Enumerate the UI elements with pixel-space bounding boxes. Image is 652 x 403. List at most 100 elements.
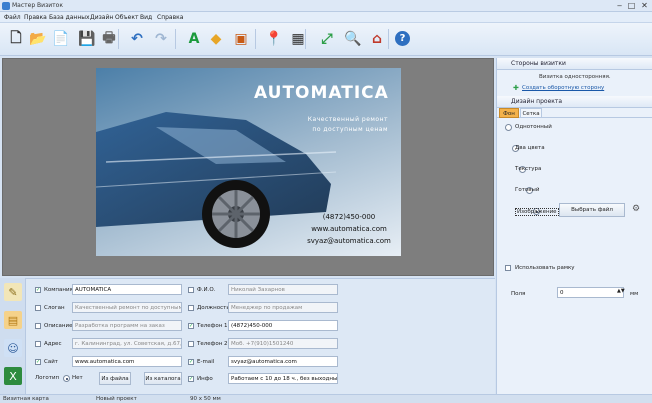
title-bar: Мастер Визиток ‒ □ ✕ — [0, 0, 652, 12]
open-folder-button[interactable]: 📂 — [27, 27, 49, 51]
toolbar-separator — [305, 29, 306, 49]
print-button[interactable]: 🖶 — [98, 27, 120, 51]
templates-book-icon[interactable]: ▤ — [4, 311, 22, 329]
excel-import-icon[interactable]: X — [4, 367, 22, 385]
email-input[interactable]: svyaz@automatica.com — [228, 356, 338, 367]
resize-button[interactable]: ⤢ — [316, 27, 338, 51]
fio-checkbox[interactable] — [188, 287, 194, 293]
new-file-button[interactable]: 🗋 — [5, 27, 27, 51]
logo-from-catalog-button[interactable]: Из каталога — [144, 372, 182, 385]
shapes-button[interactable]: ◆ — [205, 27, 227, 51]
phone1-label: Телефон 1 — [197, 323, 228, 329]
map-icon: 📍 — [265, 31, 283, 47]
description-input[interactable]: Разработка программ на заказ — [72, 320, 182, 331]
design-header-label: Дизайн проекта — [511, 98, 563, 105]
bg-option-2-label: Текстура — [515, 166, 542, 172]
redo-button[interactable]: ↷ — [150, 27, 172, 51]
description-label: Описание — [44, 323, 73, 329]
margins-label: Поля — [511, 291, 526, 297]
settings-gear-icon[interactable]: ⚙ — [632, 204, 640, 214]
business-card-preview[interactable]: AUTOMATICA Качественный ремонт по доступ… — [96, 68, 401, 256]
company-input[interactable]: AUTOMATICA — [72, 284, 182, 295]
info-label: Инфо — [197, 376, 213, 382]
card-contacts: (4872)450-000 www.automatica.com svyaz@a… — [304, 211, 394, 247]
phone2-checkbox[interactable] — [188, 341, 194, 347]
minimize-button[interactable]: ‒ — [615, 1, 624, 10]
menu-design[interactable]: Дизайн — [90, 14, 113, 21]
sides-section: Визитка односторонняя. ✚ Создать оборотн… — [497, 70, 652, 96]
site-input[interactable]: www.automatica.com — [72, 356, 182, 367]
preview-button[interactable]: 🔍 — [342, 27, 364, 51]
sides-note: Визитка односторонняя. — [539, 74, 611, 80]
phone1-checkbox[interactable]: ✓ — [188, 323, 194, 329]
phone2-input[interactable]: Моб. +7(910)1501240 — [228, 338, 338, 349]
menu-bar: Файл Правка База данных Дизайн Объект Ви… — [0, 12, 652, 23]
close-button[interactable]: ✕ — [640, 1, 649, 10]
address-input[interactable]: г. Калининград, ул. Советская, д.67, оф.… — [72, 338, 182, 349]
text-icon: A — [188, 31, 200, 47]
logo-from-file-button[interactable]: Из файла — [99, 372, 131, 385]
position-input[interactable]: Менеджер по продажам — [228, 302, 338, 313]
edit-text-icon[interactable]: ✎ — [4, 283, 22, 301]
create-back-side-link[interactable]: Создать оборотную сторону — [522, 85, 604, 91]
margins-unit: мм — [630, 291, 639, 297]
shapes-icon: ◆ — [210, 31, 222, 47]
email-checkbox[interactable]: ✓ — [188, 359, 194, 365]
phone2-label: Телефон 2 — [197, 341, 228, 347]
menu-database[interactable]: База данных — [49, 14, 90, 21]
map-button[interactable]: 📍 — [263, 27, 285, 51]
use-frame-checkbox[interactable] — [505, 265, 511, 271]
slogan-input[interactable]: Качественный ремонт по доступным ценам — [72, 302, 182, 313]
bg-option-4-label: Изображение — [515, 208, 559, 216]
status-bar: Визитная карта Новый проект 90 x 50 мм — [0, 394, 652, 403]
email-label: E-mail — [197, 359, 215, 365]
print-icon: 🖶 — [102, 30, 116, 46]
bg-option-3-label: Готовый — [515, 187, 540, 193]
card-slogan-line2: по доступным ценам — [312, 126, 388, 133]
save-button[interactable]: 💾 — [76, 27, 98, 51]
company-checkbox[interactable]: ✓ — [35, 287, 41, 293]
menu-edit[interactable]: Правка — [24, 14, 47, 21]
description-checkbox[interactable] — [35, 323, 41, 329]
user-icon[interactable]: ☺ — [4, 339, 22, 357]
menu-help[interactable]: Справка — [157, 14, 183, 21]
fio-input[interactable]: Николай Захарнов — [228, 284, 338, 295]
site-checkbox[interactable]: ✓ — [35, 359, 41, 365]
margins-stepper-icon[interactable]: ▲▼ — [617, 288, 625, 294]
bg-option-0-radio[interactable] — [505, 124, 512, 131]
slogan-checkbox[interactable] — [35, 305, 41, 311]
info-checkbox[interactable]: ✓ — [188, 376, 194, 382]
help-button[interactable]: ? — [395, 31, 410, 46]
margins-input[interactable]: 0 — [557, 287, 624, 298]
publish-button[interactable]: ⌂ — [366, 27, 388, 51]
info-input[interactable]: Работаем с 10 до 18 ч., без выходных — [228, 373, 338, 384]
publish-icon: ⌂ — [371, 31, 383, 47]
tab-background[interactable]: Фон — [499, 108, 519, 118]
menu-file[interactable]: Файл — [4, 14, 21, 21]
save-icon: 💾 — [78, 31, 96, 47]
resize-icon: ⤢ — [321, 31, 333, 47]
image-button[interactable]: ▣ — [230, 27, 252, 51]
templates-button[interactable]: 📄 — [50, 27, 72, 51]
menu-view[interactable]: Вид — [140, 14, 152, 21]
undo-button[interactable]: ↶ — [126, 27, 148, 51]
logo-none-radio[interactable] — [63, 375, 70, 382]
tab-grid[interactable]: Сетка — [520, 108, 542, 118]
maximize-button[interactable]: □ — [627, 1, 636, 10]
redo-icon: ↷ — [155, 31, 167, 47]
window-title: Мастер Визиток — [12, 2, 63, 9]
new-file-icon: 🗋 — [10, 30, 22, 46]
templates-icon: 📄 — [52, 31, 70, 47]
choose-file-button[interactable]: Выбрать файл — [559, 203, 625, 217]
status-project: Новый проект — [96, 396, 137, 402]
address-checkbox[interactable] — [35, 341, 41, 347]
design-header: Дизайн проекта — [497, 96, 652, 108]
text-button[interactable]: A — [183, 27, 205, 51]
phone1-input[interactable]: (4872)450-000 — [228, 320, 338, 331]
frame-section: Использовать рамку Поля 0 ▲▼ мм — [497, 263, 652, 333]
menu-object[interactable]: Объект — [115, 14, 138, 21]
use-frame-label: Использовать рамку — [515, 265, 575, 271]
card-slogan: Качественный ремонт по доступным ценам — [306, 115, 388, 135]
undo-icon: ↶ — [131, 31, 143, 47]
position-checkbox[interactable] — [188, 305, 194, 311]
